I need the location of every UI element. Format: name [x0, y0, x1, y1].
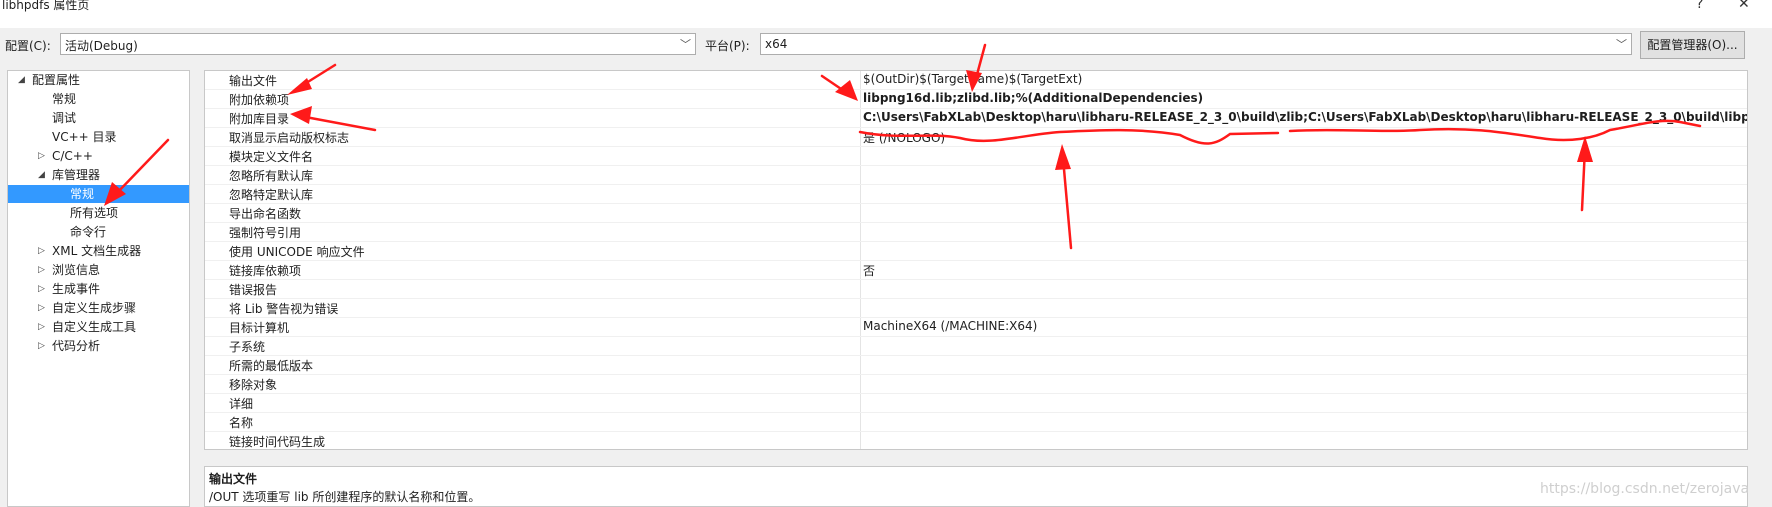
arrowhead	[290, 106, 312, 124]
underline-annotation	[1288, 119, 1702, 142]
arrow-annotation	[1061, 156, 1073, 250]
arrowhead	[966, 70, 982, 92]
arrowhead	[1055, 144, 1071, 170]
underline-annotation	[858, 128, 1280, 145]
arrowhead	[835, 80, 858, 101]
red-annotation-overlay	[104, 43, 1702, 250]
arrow-annotation	[113, 138, 170, 197]
arrow-annotation	[298, 114, 377, 132]
